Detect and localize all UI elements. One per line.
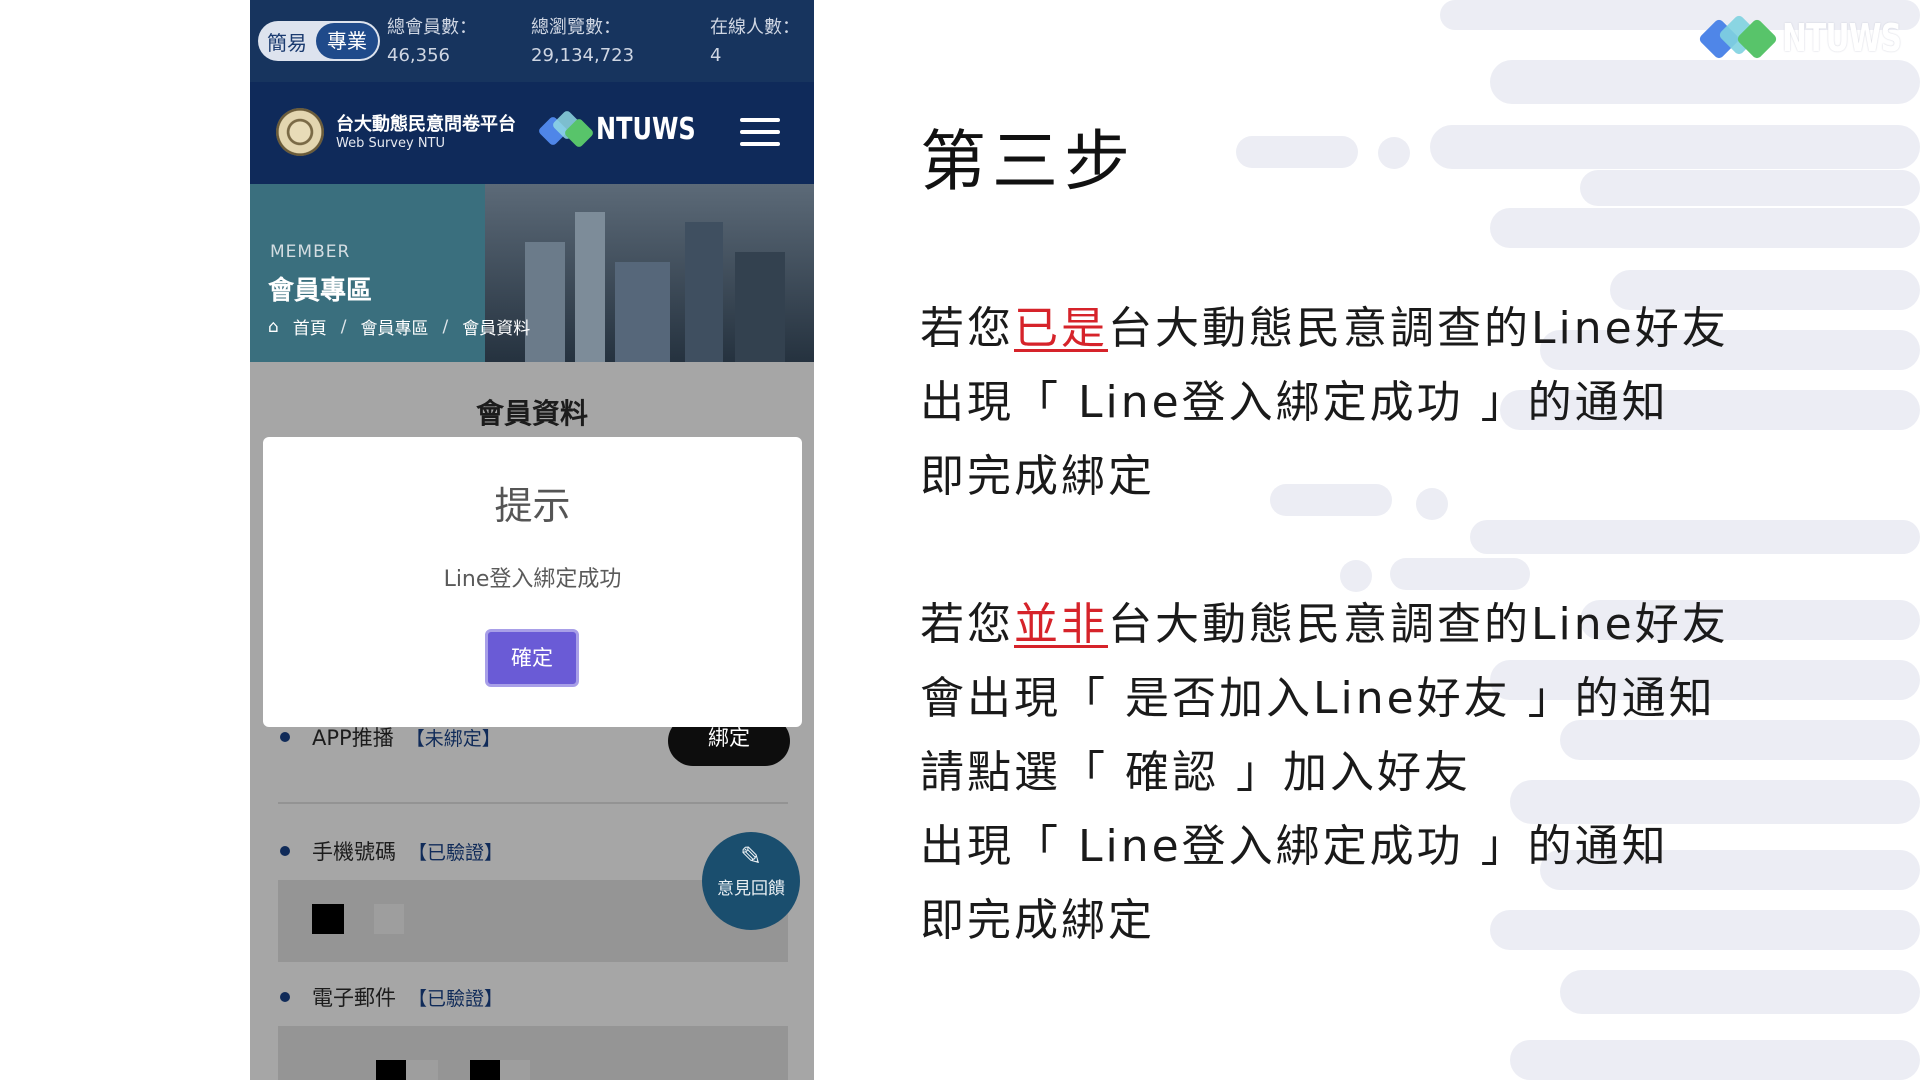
breadcrumb-member[interactable]: 會員專區 [361, 314, 429, 339]
instruction-line: 請點選「 確認 」加入好友 [920, 747, 1471, 798]
home-icon[interactable]: ⌂ [268, 317, 279, 337]
email-field[interactable] [278, 1026, 788, 1080]
ntuws-logo-icon [1697, 12, 1779, 64]
feedback-button[interactable]: ✎ 意見回饋 [702, 832, 800, 930]
pencil-icon: ✎ [740, 842, 762, 872]
bullet-icon [280, 992, 290, 1002]
hero-title: 會員專區 [268, 276, 373, 306]
site-subtitle: Web Survey NTU [336, 136, 446, 151]
hero-banner: MEMBER 會員專區 ⌂ 首頁 / 會員專區 / 會員資料 [250, 184, 814, 362]
city-image [485, 184, 814, 362]
instruction-line: 會出現「 是否加入Line好友 」的通知 [920, 673, 1716, 724]
row-label: 手機號碼 [312, 840, 396, 864]
mode-simple[interactable]: 簡易 [258, 27, 316, 56]
instruction-line: 即完成綁定 [920, 451, 1155, 502]
email-row: 電子郵件 【已驗證】 [280, 982, 503, 1012]
bullet-icon [280, 846, 290, 856]
stat-online: 在線人數： 4 [710, 17, 800, 66]
instruction-line: 即完成綁定 [920, 895, 1155, 946]
ntuws-nav-logo-icon [537, 106, 595, 156]
instruction-line: 出現「 Line登入綁定成功 」的通知 [920, 821, 1669, 872]
status-badge: 【未綁定】 [405, 727, 501, 750]
highlight-text: 並非 [1014, 599, 1108, 650]
brand-logo: NTUWS [1697, 12, 1902, 64]
modal-message: Line登入綁定成功 [443, 567, 622, 592]
mode-pro[interactable]: 專業 [316, 23, 378, 59]
instruction-paragraph-2: 若您並非台大動態民意調查的Line好友 會出現「 是否加入Line好友 」的通知… [920, 588, 1729, 958]
breadcrumb: ⌂ 首頁 / 會員專區 / 會員資料 [268, 314, 531, 340]
instruction-line: 若您已是台大動態民意調查的Line好友 [920, 303, 1729, 354]
stats-bar: 簡易 專業 總會員數： 46,356 總瀏覽數： 29,134,723 在線人數… [250, 0, 814, 82]
stat-pageviews: 總瀏覽數： 29,134,723 [531, 17, 635, 66]
status-badge: 【已驗證】 [408, 987, 504, 1010]
menu-icon[interactable] [740, 118, 780, 148]
feedback-label: 意見回饋 [717, 879, 785, 899]
breadcrumb-separator: / [340, 316, 347, 337]
step-title: 第三步 [920, 123, 1136, 200]
ntu-seal-icon [276, 108, 324, 156]
breadcrumb-profile: 會員資料 [462, 319, 531, 339]
confirm-button[interactable]: 確定 [485, 629, 579, 687]
phone-row: 手機號碼 【已驗證】 [280, 836, 503, 866]
status-badge: 【已驗證】 [408, 841, 504, 864]
navbar: 台大動態民意問卷平台 Web Survey NTU NTUWS [250, 82, 814, 184]
nav-logo-text: NTUWS [596, 112, 696, 147]
phone-screenshot: 簡易 專業 總會員數： 46,356 總瀏覽數： 29,134,723 在線人數… [250, 0, 814, 1080]
hero-small-label: MEMBER [270, 242, 351, 262]
instruction-paragraph-1: 若您已是台大動態民意調查的Line好友 出現「 Line登入綁定成功 」的通知 … [920, 292, 1729, 514]
breadcrumb-separator: / [442, 316, 449, 337]
divider [278, 802, 788, 804]
modal-title: 提示 [494, 484, 571, 528]
alert-modal: 提示 Line登入綁定成功 確定 [263, 437, 802, 727]
instruction-line: 出現「 Line登入綁定成功 」的通知 [920, 377, 1669, 428]
site-title[interactable]: 台大動態民意問卷平台 [336, 110, 516, 136]
row-label: 電子郵件 [312, 986, 396, 1010]
mode-toggle[interactable]: 簡易 專業 [258, 21, 380, 61]
breadcrumb-home[interactable]: 首頁 [293, 314, 327, 339]
bullet-icon [280, 732, 290, 742]
content-title: 會員資料 [475, 397, 588, 430]
stat-members: 總會員數： 46,356 [387, 17, 477, 66]
brand-logo-text: NTUWS [1782, 16, 1902, 60]
highlight-text: 已是 [1014, 303, 1108, 354]
instruction-line: 若您並非台大動態民意調查的Line好友 [920, 599, 1729, 650]
